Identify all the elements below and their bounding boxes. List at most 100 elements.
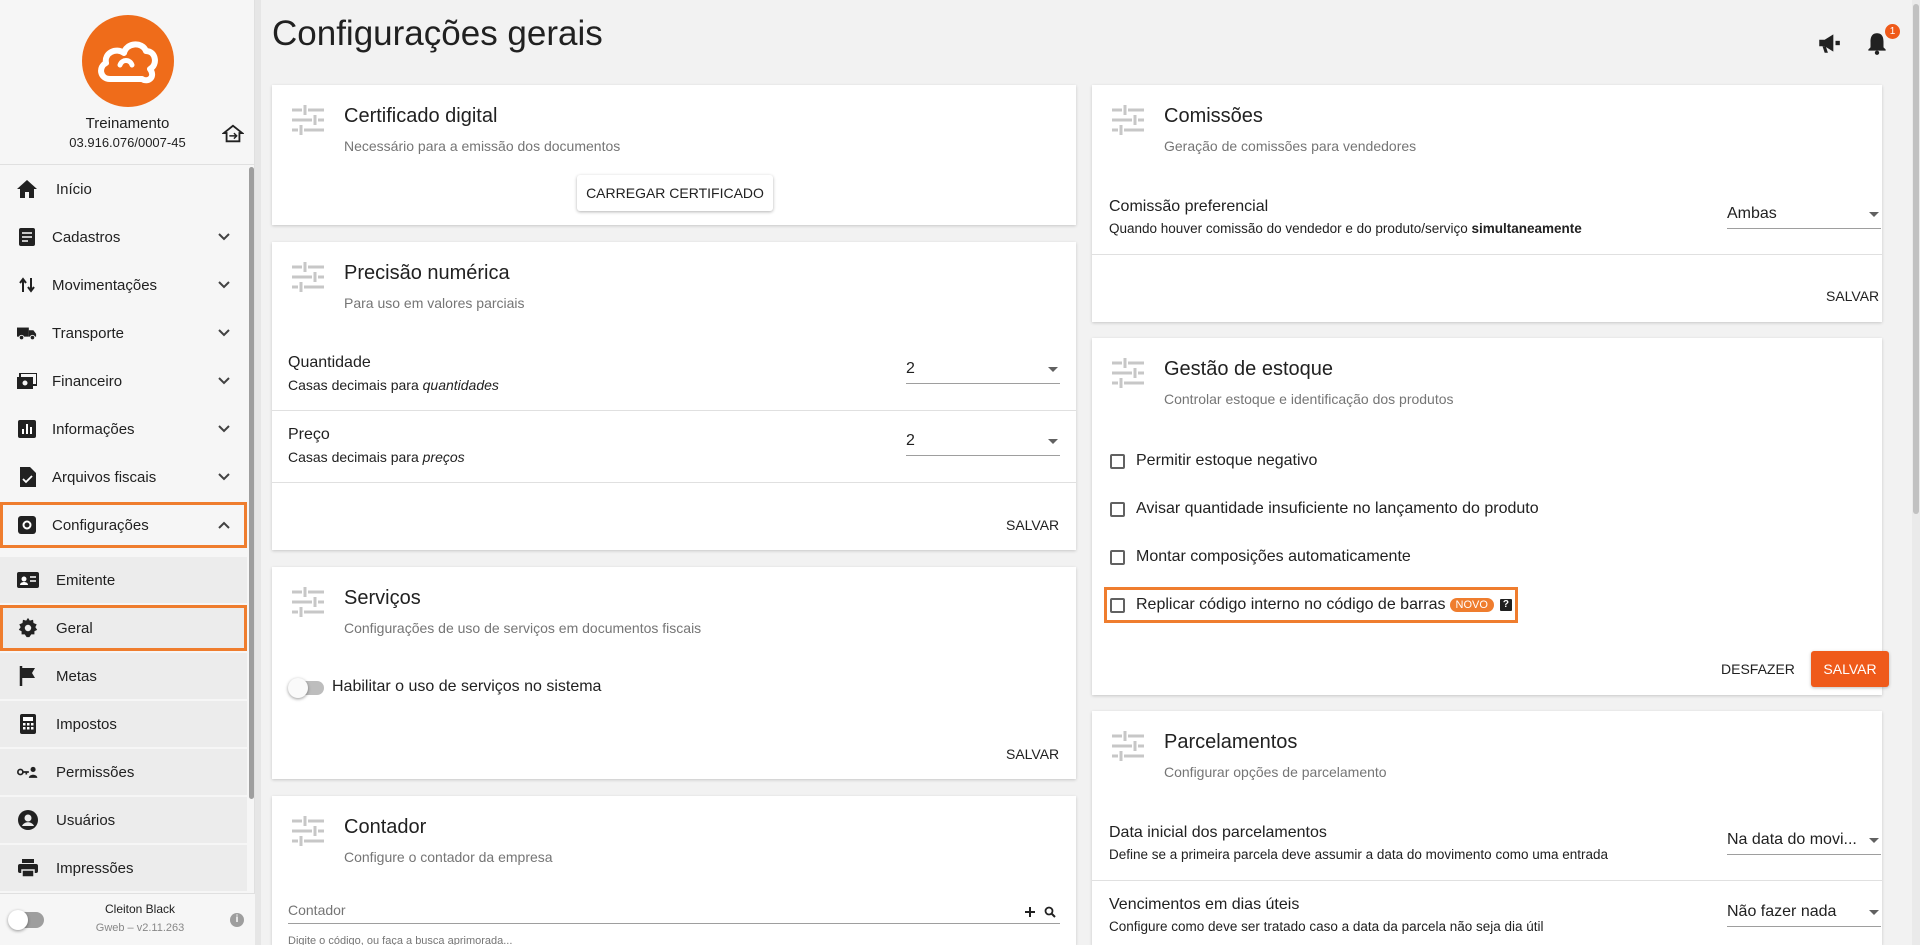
preco-desc-emphasis: preços [422, 449, 465, 465]
notification-badge: 1 [1885, 24, 1900, 39]
sidebar-subitem-permissoes[interactable]: Permissões [0, 749, 247, 795]
search-icon[interactable] [1044, 906, 1056, 918]
servicos-switch[interactable] [288, 678, 324, 698]
checkbox-label: Replicar código interno no código de bar… [1136, 596, 1446, 613]
sidebar-subitem-emitente[interactable]: Emitente [0, 557, 247, 603]
estoque-negativo-checkbox[interactable]: Permitir estoque negativo [1110, 449, 1317, 473]
sidebar-subitem-geral[interactable]: Geral [0, 605, 247, 651]
card-subtitle: Geração de comissões para vendedores [1164, 138, 1417, 154]
checkbox-box[interactable] [1110, 597, 1125, 613]
checkbox-box[interactable] [1110, 453, 1125, 469]
data-inicial-select[interactable]: Na data do movi... [1727, 825, 1881, 855]
undo-button[interactable]: DESFAZER [1721, 661, 1795, 677]
sidebar-item-arquivos-fiscais[interactable]: Arquivos fiscais [0, 454, 247, 500]
dropdown-caret-icon [1869, 212, 1879, 217]
sidebar-item-label: Início [56, 180, 92, 198]
sidebar-item-label: Transporte [52, 324, 124, 342]
chevron-down-icon [218, 425, 230, 433]
megaphone-icon[interactable] [1816, 30, 1842, 56]
chevron-up-icon [218, 521, 230, 529]
replicar-codigo-checkbox[interactable]: Replicar código interno no código de bar… [1104, 587, 1518, 623]
data-inicial-desc: Define se a primeira parcela deve assumi… [1109, 847, 1608, 862]
sidebar-item-configuracoes[interactable]: Configurações [0, 502, 247, 548]
dias-uteis-select[interactable]: Não fazer nada [1727, 897, 1881, 927]
flag-icon [17, 665, 39, 687]
card-parcelamentos: Parcelamentos Configurar opções de parce… [1092, 711, 1882, 945]
checkbox-label: Permitir estoque negativo [1136, 452, 1318, 469]
card-title: Precisão numérica [344, 262, 510, 284]
page-title: Configurações gerais [272, 14, 603, 53]
save-button[interactable]: SALVAR [1006, 746, 1059, 762]
page-scrollbar[interactable] [1912, 0, 1920, 945]
quantidade-desc-text: Casas decimais para [288, 377, 423, 393]
sidebar-item-informacoes[interactable]: Informações [0, 406, 247, 452]
comissao-desc-bold: simultaneamente [1471, 221, 1582, 236]
printer-icon [17, 857, 39, 879]
servicos-switch-label: Habilitar o uso de serviços no sistema [332, 678, 602, 695]
row-divider [1092, 254, 1882, 255]
dias-uteis-title: Vencimentos em dias úteis [1109, 896, 1300, 913]
avisar-quantidade-checkbox[interactable]: Avisar quantidade insuficiente no lançam… [1110, 497, 1539, 521]
cloud-logo-icon [98, 41, 158, 84]
card-contador: Contador Configure o contador da empresa… [272, 796, 1076, 945]
preco-select[interactable]: 2 [906, 426, 1060, 456]
chevron-down-icon [218, 281, 230, 289]
checkbox-box[interactable] [1110, 549, 1125, 565]
sidebar-subitem-metas[interactable]: Metas [0, 653, 247, 699]
user-icon [17, 809, 39, 831]
contador-input-label: Contador [288, 902, 346, 918]
sidebar-subitem-label: Usuários [56, 811, 116, 829]
switch-company-icon[interactable] [222, 123, 244, 145]
card-subtitle: Configure o contador da empresa [344, 849, 553, 865]
sidebar-subitem-impostos[interactable]: Impostos [0, 701, 247, 747]
montar-composicoes-checkbox[interactable]: Montar composições automaticamente [1110, 545, 1411, 569]
sidebar-subitem-label: Metas [56, 667, 97, 685]
tune-icon [292, 587, 324, 617]
sidebar-divider [0, 164, 255, 165]
card-title: Parcelamentos [1164, 731, 1298, 753]
card-estoque: Gestão de estoque Controlar estoque e id… [1092, 338, 1889, 695]
card-title: Certificado digital [344, 105, 498, 127]
quantidade-select[interactable]: 2 [906, 354, 1060, 384]
swap-icon [17, 275, 37, 295]
sidebar-item-label: Arquivos fiscais [52, 468, 157, 486]
dias-uteis-desc: Configure como deve ser tratado caso a d… [1109, 919, 1544, 934]
sidebar-item-label: Configurações [52, 516, 149, 534]
checkbox-box[interactable] [1110, 501, 1125, 517]
save-button[interactable]: SALVAR [1811, 651, 1889, 687]
sidebar-subitem-label: Emitente [56, 571, 116, 589]
sidebar-item-movimentacoes[interactable]: Movimentações [0, 262, 247, 308]
preco-desc-text: Casas decimais para [288, 449, 423, 465]
chevron-down-icon [218, 473, 230, 481]
sidebar-subitem-usuarios[interactable]: Usuários [0, 797, 247, 843]
page-scrollbar-thumb[interactable] [1913, 4, 1919, 514]
sidebar-item-transporte[interactable]: Transporte [0, 310, 247, 356]
chevron-down-icon [218, 329, 230, 337]
help-icon[interactable]: ? [1499, 599, 1512, 611]
card-title: Gestão de estoque [1164, 358, 1334, 380]
info-icon[interactable]: i [230, 913, 244, 927]
checkbox-label: Montar composições automaticamente [1136, 548, 1411, 565]
save-button[interactable]: SALVAR [1006, 517, 1059, 533]
dropdown-caret-icon [1869, 838, 1879, 843]
row-divider [272, 410, 1076, 411]
card-certificado: Certificado digital Necessário para a em… [272, 85, 1076, 225]
upload-certificate-button[interactable]: CARREGAR CERTIFICADO [577, 175, 773, 211]
sidebar-item-cadastros[interactable]: Cadastros [0, 214, 247, 260]
quantidade-select-value: 2 [906, 360, 915, 377]
contador-hint: Digite o código, ou faça a busca aprimor… [288, 935, 513, 945]
key-icon [17, 761, 39, 783]
preco-desc: Casas decimais para preços [288, 449, 465, 465]
add-icon[interactable] [1024, 906, 1036, 918]
preco-select-value: 2 [906, 432, 915, 449]
sidebar-item-inicio[interactable]: Início [0, 166, 247, 212]
sidebar-scrollbar[interactable] [249, 167, 254, 799]
comissao-select[interactable]: Ambas [1727, 199, 1881, 229]
save-button[interactable]: SALVAR [1826, 288, 1879, 304]
money-icon [17, 371, 37, 391]
contador-input[interactable]: Contador [288, 898, 1060, 924]
home-icon [17, 179, 37, 199]
sidebar-subitem-label: Geral [56, 619, 93, 637]
sidebar-item-financeiro[interactable]: Financeiro [0, 358, 247, 404]
sidebar-subitem-impressoes[interactable]: Impressões [0, 845, 247, 891]
